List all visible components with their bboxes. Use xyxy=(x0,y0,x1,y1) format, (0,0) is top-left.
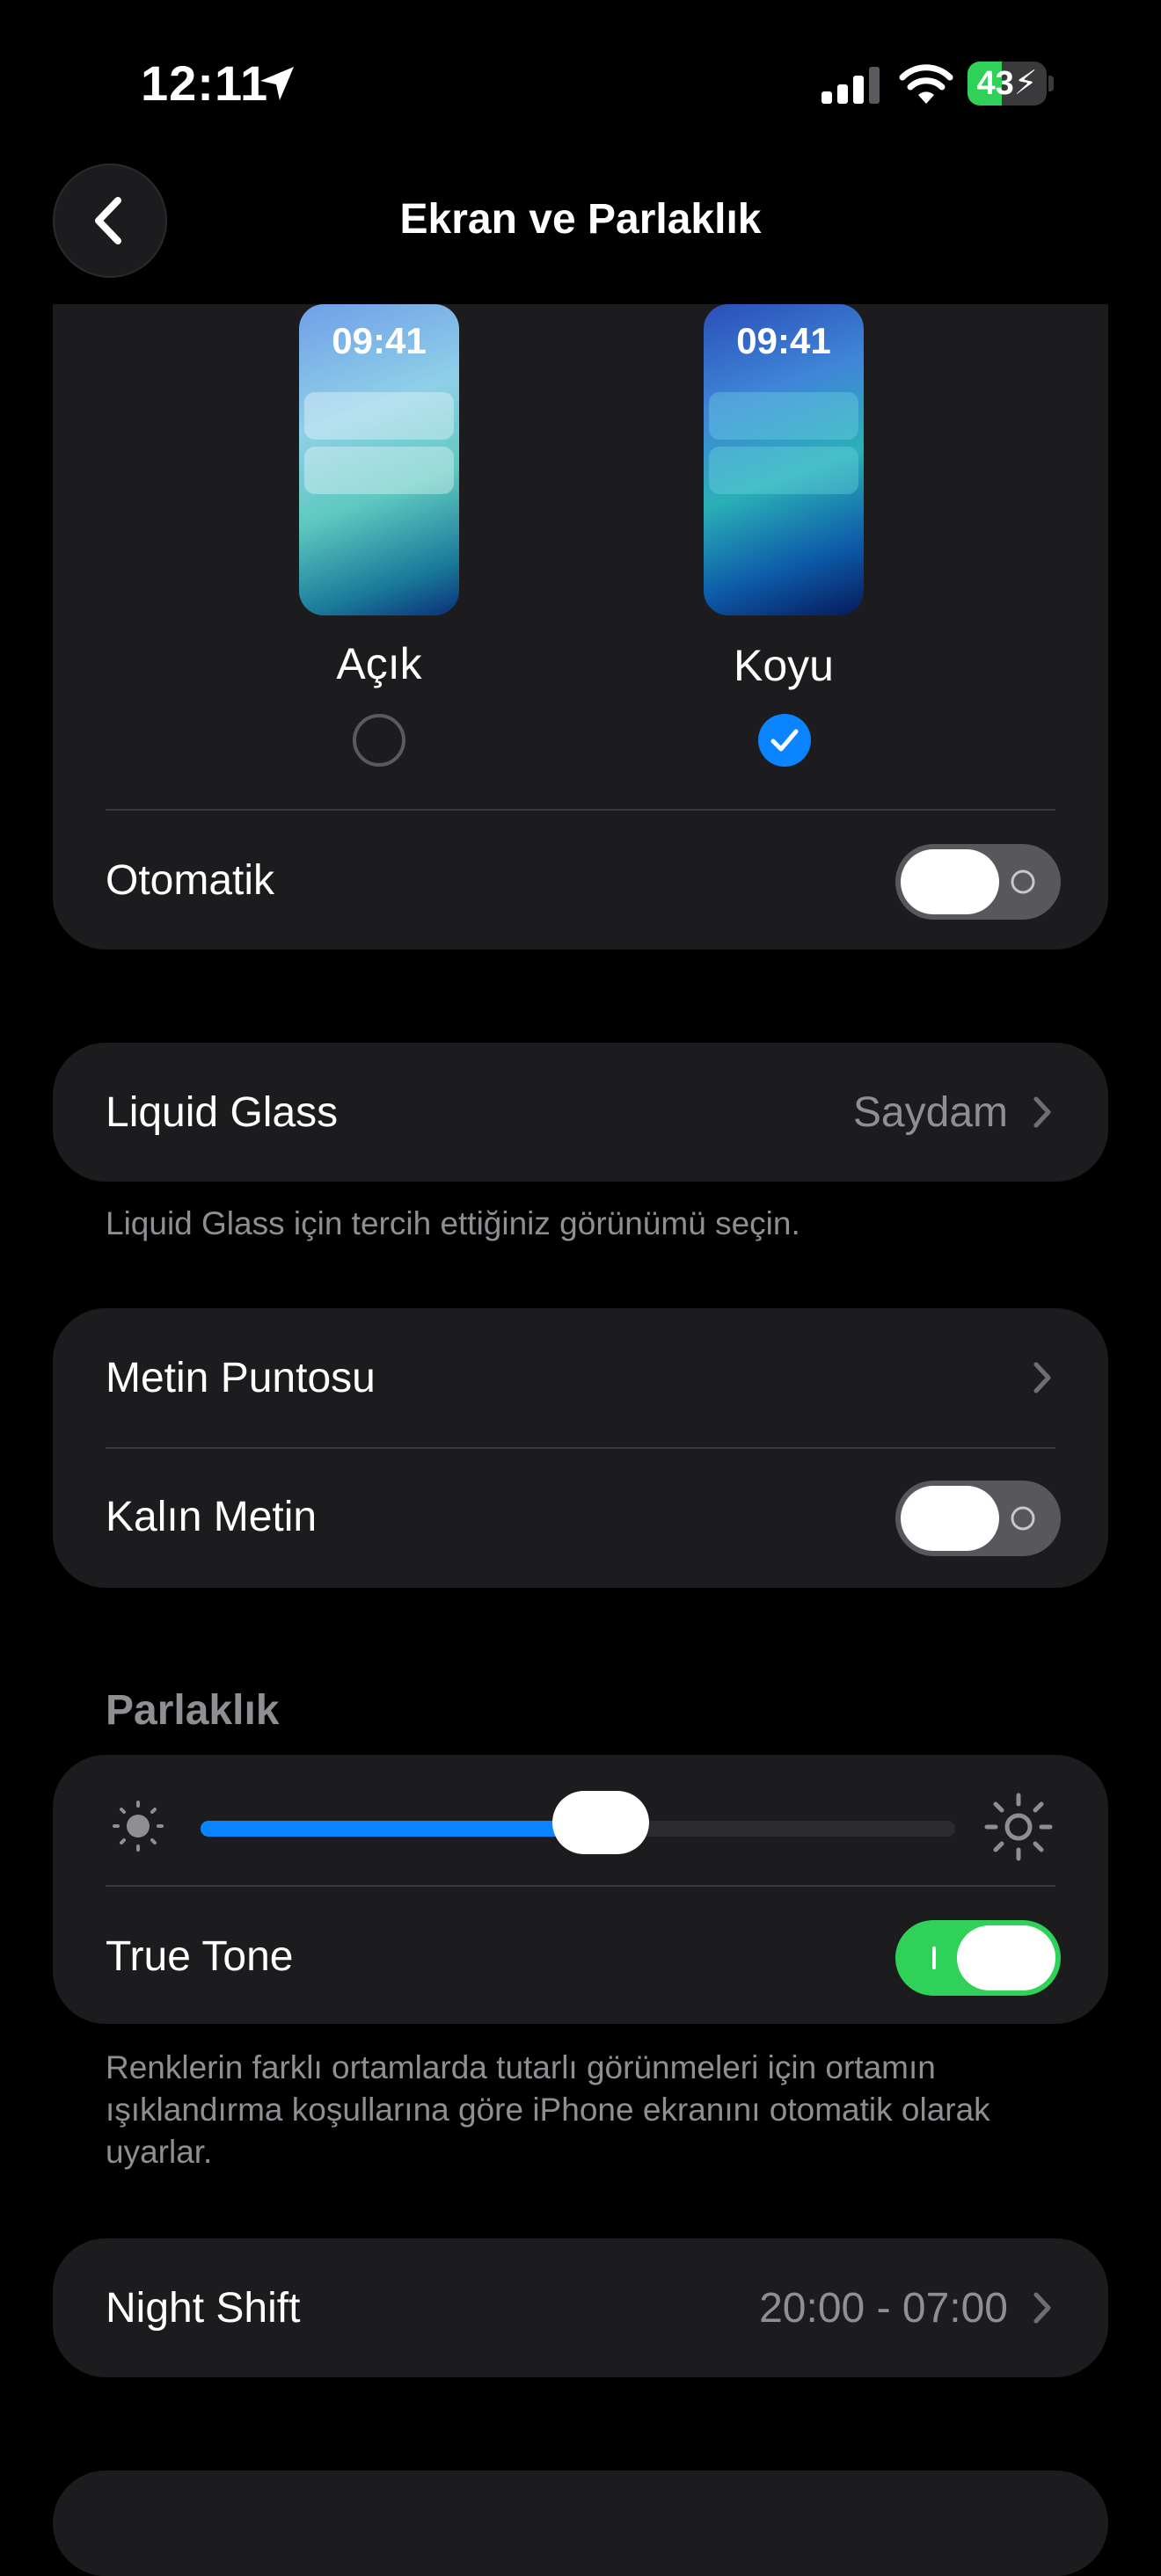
checkmark-icon xyxy=(770,729,799,752)
wifi-icon xyxy=(899,64,953,104)
dark-option-label: Koyu xyxy=(734,641,834,690)
chevron-right-icon xyxy=(1033,1362,1051,1394)
brightness-slider-knob[interactable] xyxy=(551,1791,649,1854)
dark-radio[interactable] xyxy=(758,714,811,767)
bold-text-toggle[interactable] xyxy=(895,1481,1061,1556)
next-card xyxy=(53,2470,1108,2576)
true-tone-label: True Tone xyxy=(106,1933,294,1980)
dark-preview-time: 09:41 xyxy=(736,320,831,361)
brightness-card: True Tone xyxy=(53,1755,1108,2024)
cellular-signal-icon xyxy=(821,67,880,104)
liquid-glass-label: Liquid Glass xyxy=(106,1089,339,1136)
battery-percent: 43 xyxy=(976,65,1014,102)
brightness-high-icon xyxy=(984,1793,1053,1861)
liquid-glass-footnote: Liquid Glass için tercih ettiğiniz görün… xyxy=(106,1205,800,1241)
location-arrow-icon xyxy=(260,67,294,100)
liquid-glass-value: Saydam xyxy=(852,1089,1008,1136)
status-time: 12:11 xyxy=(141,55,269,111)
brightness-header: Parlaklık xyxy=(106,1687,280,1734)
light-radio[interactable] xyxy=(353,714,405,767)
battery-indicator: 43⚡ xyxy=(968,62,1054,106)
night-shift-label: Night Shift xyxy=(106,2285,301,2332)
light-preview-time: 09:41 xyxy=(332,320,427,361)
liquid-glass-row[interactable]: Liquid Glass Saydam xyxy=(53,1043,1108,1182)
page-title: Ekran ve Parlaklık xyxy=(399,196,762,243)
true-tone-toggle[interactable] xyxy=(895,1920,1061,1996)
brightness-slider[interactable] xyxy=(201,1791,955,1854)
true-tone-footnote: Renklerin farklı ortamlarda tutarlı görü… xyxy=(106,2049,990,2170)
automatic-toggle[interactable] xyxy=(895,844,1061,920)
brightness-low-icon xyxy=(113,1801,164,1852)
night-shift-value: 20:00 - 07:00 xyxy=(759,2285,1008,2332)
light-preview[interactable]: 09:41 xyxy=(299,304,459,615)
chevron-right-icon xyxy=(1033,2292,1051,2324)
bold-text-label: Kalın Metin xyxy=(106,1494,318,1540)
text-size-label: Metin Puntosu xyxy=(106,1355,376,1401)
automatic-label: Otomatik xyxy=(106,857,275,904)
light-option-label: Açık xyxy=(336,639,422,688)
appearance-card: 09:41 09:41 Açık Koyu Otomatik xyxy=(53,304,1108,950)
text-size-row[interactable]: Metin Puntosu xyxy=(53,1308,1108,1447)
chevron-right-icon xyxy=(1033,1096,1051,1128)
night-shift-row[interactable]: Night Shift 20:00 - 07:00 xyxy=(53,2238,1108,2377)
dark-preview[interactable]: 09:41 xyxy=(704,304,864,615)
text-settings-card: Metin Puntosu Kalın Metin xyxy=(53,1308,1108,1588)
